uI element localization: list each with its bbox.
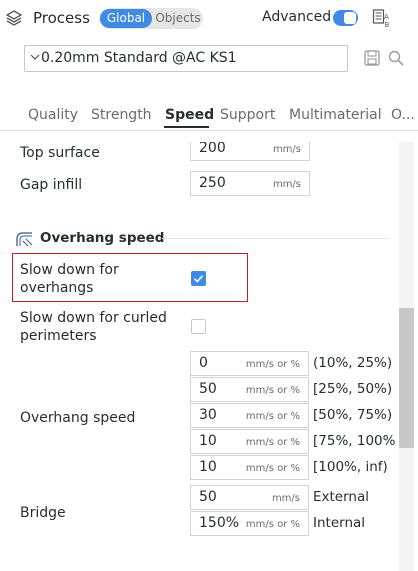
global-objects-switch[interactable]: Global Objects (99, 8, 203, 29)
tab-quality[interactable]: Quality (28, 107, 78, 123)
overhang-range-2: [25%, 50%) (313, 381, 393, 397)
panel-title: Process (33, 9, 90, 27)
overhang-speed-input-5[interactable]: 10 mm/s or % (190, 455, 309, 480)
process-header: Process Global Objects Advanced A B (0, 0, 418, 38)
tab-multimaterial[interactable]: Multimaterial (289, 107, 382, 123)
section-title-overhang-speed: Overhang speed (40, 230, 165, 246)
preset-value: 0.20mm Standard @AC KS1 (41, 50, 237, 66)
overhang-speed-value-5: 10 (199, 459, 217, 475)
chevron-down-icon (30, 54, 40, 60)
slow-curled-checkbox[interactable] (191, 319, 206, 334)
active-tab-indicator (164, 126, 209, 128)
overhang-speed-value-2: 50 (199, 381, 217, 397)
overhang-speed-label: Overhang speed (20, 410, 136, 426)
top-surface-speed-unit: mm/s (272, 144, 301, 155)
overhang-speed-unit-4: mm/s or % (245, 437, 300, 448)
top-surface-speed-label: Top surface (20, 145, 100, 161)
checkmark-icon (193, 275, 204, 283)
bridge-external-unit: mm/s (271, 493, 300, 504)
bridge-external-label: External (313, 489, 370, 505)
svg-text:B: B (385, 21, 390, 28)
gap-infill-value: 250 (199, 175, 226, 191)
slow-curled-label-line1: Slow down for curled (20, 310, 167, 326)
bridge-external-input[interactable]: 50 mm/s (190, 485, 309, 510)
layers-icon (5, 10, 23, 26)
settings-tabs: Quality Strength Speed Support Multimate… (0, 104, 418, 132)
overhang-speed-value-4: 10 (199, 433, 217, 449)
search-icon[interactable] (387, 49, 405, 67)
bridge-external-value: 50 (199, 489, 217, 505)
global-tab[interactable]: Global (100, 9, 152, 28)
overhang-speed-unit-1: mm/s or % (245, 359, 300, 370)
overhang-speed-input-1[interactable]: 0 mm/s or % (190, 351, 309, 376)
bridge-internal-input[interactable]: 150% mm/s or % (190, 511, 309, 536)
overhang-speed-input-3[interactable]: 30 mm/s or % (190, 403, 309, 428)
overhang-speed-input-4[interactable]: 10 mm/s or % (190, 429, 309, 454)
tab-speed[interactable]: Speed (165, 107, 214, 123)
gap-infill-input[interactable]: 250 mm/s (190, 171, 310, 196)
slow-overhangs-checkbox[interactable] (191, 271, 206, 286)
speed-settings-panel: Top surface 200 mm/s Gap infill 250 mm/s… (0, 142, 398, 571)
bridge-internal-label: Internal (313, 515, 366, 531)
scrollbar-thumb[interactable] (399, 308, 414, 448)
gap-infill-label: Gap infill (20, 177, 83, 193)
slow-overhangs-label-line1: Slow down for (20, 262, 119, 278)
overhang-section-icon (16, 232, 33, 247)
overhang-speed-value-3: 30 (199, 407, 217, 423)
overhang-speed-value-1: 0 (199, 355, 208, 371)
tab-support[interactable]: Support (220, 107, 275, 123)
tab-others[interactable]: O... (391, 107, 415, 123)
overhang-range-3: [50%, 75%) (313, 407, 393, 423)
section-divider (162, 238, 390, 239)
compare-icon[interactable]: A B (372, 8, 392, 28)
advanced-toggle[interactable] (333, 10, 358, 26)
objects-tab[interactable]: Objects (154, 9, 202, 28)
overhang-range-1: (10%, 25%) (313, 355, 393, 371)
top-surface-speed-input[interactable]: 200 mm/s (190, 142, 310, 161)
bridge-label: Bridge (20, 505, 66, 521)
tab-strength[interactable]: Strength (91, 107, 152, 123)
save-icon[interactable] (363, 49, 381, 67)
preset-dropdown[interactable]: 0.20mm Standard @AC KS1 (24, 45, 348, 72)
svg-text:A: A (384, 13, 389, 21)
top-surface-speed-value: 200 (199, 142, 226, 156)
bridge-internal-value: 150% (199, 515, 240, 531)
overhang-range-4: [75%, 100% (313, 433, 396, 449)
bridge-internal-unit: mm/s or % (245, 519, 300, 530)
slow-overhangs-label-line2: overhangs (20, 280, 94, 296)
advanced-label: Advanced (262, 9, 332, 25)
gap-infill-unit: mm/s (272, 179, 301, 190)
slow-curled-label-line2: perimeters (20, 328, 97, 344)
overhang-speed-unit-5: mm/s or % (245, 463, 300, 474)
overhang-speed-input-2[interactable]: 50 mm/s or % (190, 377, 309, 402)
overhang-speed-unit-2: mm/s or % (245, 385, 300, 396)
overhang-range-5: [100%, inf) (313, 459, 388, 475)
vertical-scrollbar[interactable] (399, 142, 414, 571)
overhang-speed-unit-3: mm/s or % (245, 411, 300, 422)
tabs-divider (0, 130, 418, 131)
